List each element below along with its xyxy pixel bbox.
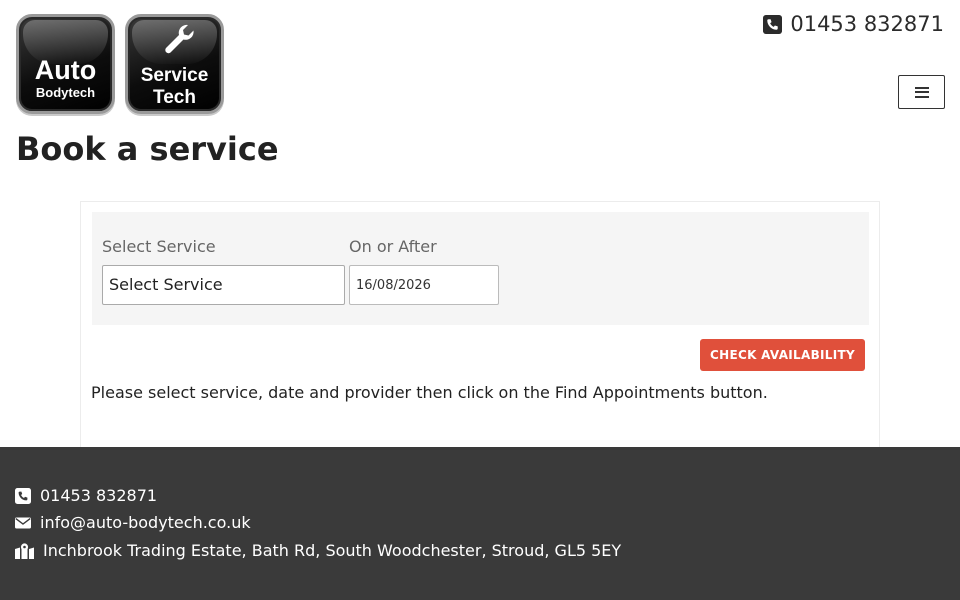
check-availability-button[interactable]: CHECK AVAILABILITY: [700, 339, 865, 371]
hamburger-menu-icon: [914, 86, 929, 98]
date-input[interactable]: 16/08/2026: [349, 265, 499, 305]
header-phone-number: 01453 832871: [790, 12, 944, 36]
logo-service-text: Service: [140, 65, 209, 86]
booking-filter-box: Select Service On or After Select Servic…: [92, 212, 869, 325]
footer-email-link[interactable]: info@auto-bodytech.co.uk: [15, 513, 251, 532]
footer-email: info@auto-bodytech.co.uk: [40, 513, 251, 532]
logo-group[interactable]: Auto Bodytech Service Tech: [16, 14, 224, 114]
header-phone-link[interactable]: 01453 832871: [763, 12, 944, 36]
auto-bodytech-logo[interactable]: Auto Bodytech: [16, 14, 115, 114]
service-select[interactable]: Select Service: [102, 265, 345, 305]
footer: 01453 832871 info@auto-bodytech.co.uk In…: [0, 447, 960, 600]
logo-bodytech-text: Bodytech: [35, 85, 96, 100]
date-label: On or After: [349, 237, 437, 256]
phone-square-icon: [763, 14, 783, 34]
page-title: Book a service: [16, 130, 279, 168]
footer-phone-link[interactable]: 01453 832871: [15, 486, 157, 505]
footer-address-text: Inchbrook Trading Estate, Bath Rd, South…: [43, 541, 622, 560]
phone-square-icon: [15, 487, 31, 504]
service-tech-logo[interactable]: Service Tech: [125, 14, 224, 114]
wrench-icon: [165, 24, 194, 54]
footer-address: Inchbrook Trading Estate, Bath Rd, South…: [15, 541, 621, 560]
logo-tech-text: Tech: [153, 87, 196, 108]
logo-auto-text: Auto: [34, 55, 97, 85]
booking-instructions: Please select service, date and provider…: [91, 383, 768, 402]
footer-phone-number: 01453 832871: [40, 486, 158, 505]
envelope-icon: [15, 517, 31, 528]
map-marked-icon: [15, 542, 34, 559]
booking-panel: Select Service On or After Select Servic…: [80, 201, 880, 451]
menu-toggle-button[interactable]: [898, 75, 945, 109]
service-label: Select Service: [102, 237, 216, 256]
